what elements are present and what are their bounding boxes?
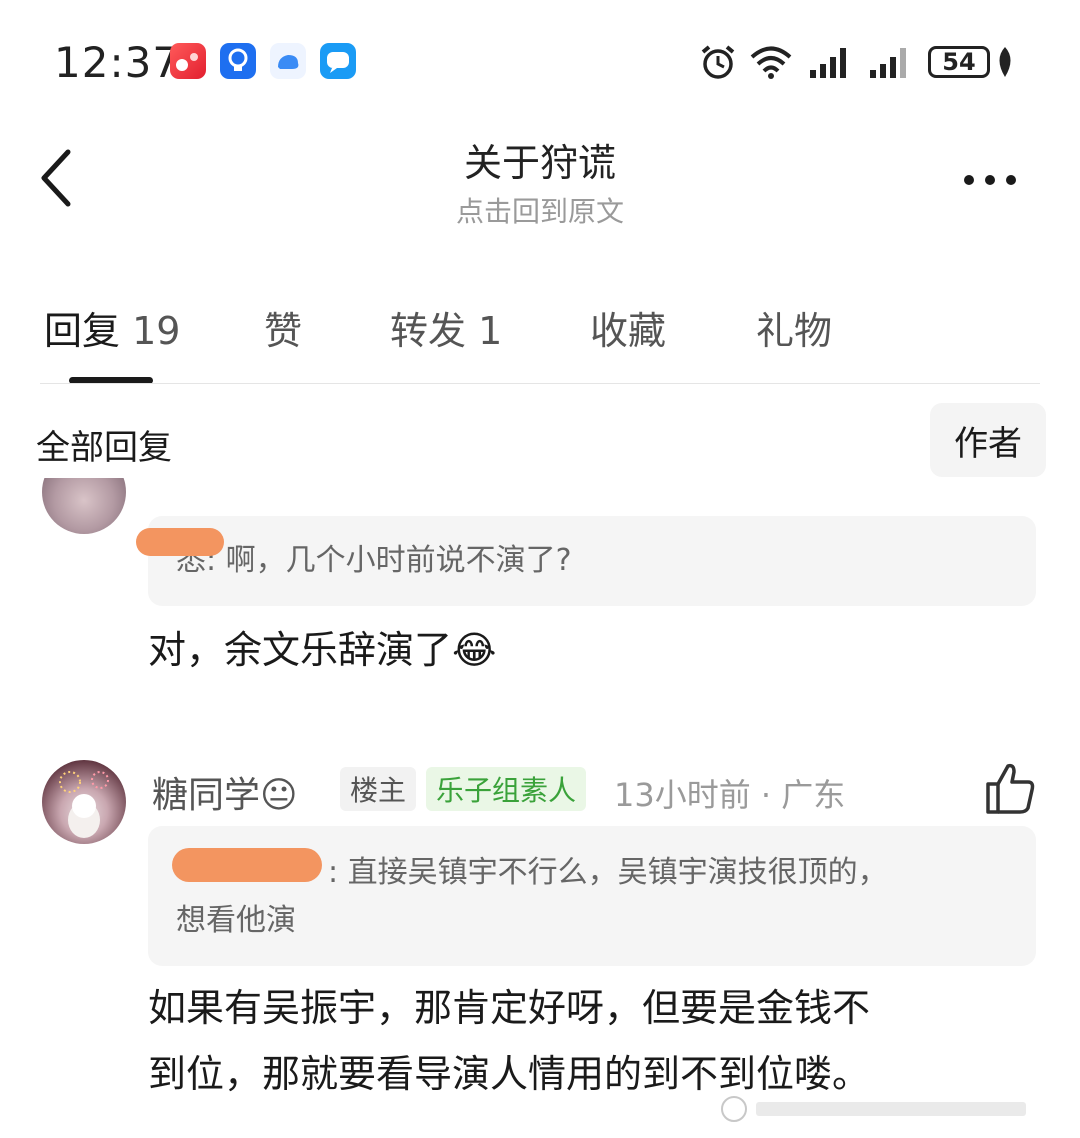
quoted-reply-text: 悉: 啊，几个小时前说不演了? — [176, 543, 572, 578]
quoted-reply[interactable]: : 直接吴镇宇不行么，吴镇宇演技很顶的， 想看他演 — [148, 826, 1036, 966]
redaction-mark — [172, 848, 322, 882]
status-icons: 54 — [698, 42, 1016, 82]
quoted-reply[interactable]: 悉: 啊，几个小时前说不演了? — [148, 516, 1036, 606]
signal-icon-2 — [870, 48, 906, 78]
leaf-icon — [999, 47, 1011, 77]
bulb-app-icon — [220, 43, 256, 79]
tab-count: 1 — [478, 309, 503, 353]
author-filter-button[interactable]: 作者 — [930, 403, 1046, 477]
cloud-app-icon — [270, 43, 306, 79]
status-time: 12:37 — [54, 38, 181, 87]
alarm-icon — [701, 45, 735, 79]
quoted-reply-line-1: : 直接吴镇宇不行么，吴镇宇演技很顶的， — [328, 855, 888, 890]
tab-label: 收藏 — [590, 309, 667, 353]
laughing-emoji: 😂 — [452, 628, 497, 672]
tab-count: 19 — [132, 309, 181, 353]
wifi-icon — [750, 46, 792, 79]
tab-replies[interactable]: 回复 19 — [44, 300, 180, 355]
username[interactable]: 糖同学😐 — [152, 766, 298, 818]
back-button[interactable] — [30, 148, 90, 208]
time-location: 13小时前 · 广东 — [614, 776, 846, 814]
more-button[interactable] — [955, 160, 1025, 200]
tab-label: 转发 — [390, 309, 467, 353]
tab-favorites[interactable]: 收藏 — [590, 300, 666, 355]
message-app-icon — [320, 43, 356, 79]
more-icon — [964, 175, 1016, 185]
redaction-mark — [136, 528, 224, 556]
tab-reposts[interactable]: 转发 1 — [390, 300, 502, 355]
owner-badge: 楼主 — [340, 767, 417, 811]
quoted-reply-line-2: 想看他演 — [176, 903, 296, 938]
tab-likes[interactable]: 赞 — [264, 300, 302, 355]
all-replies-filter[interactable]: 全部回复 — [36, 420, 172, 469]
tab-gifts[interactable]: 礼物 — [756, 300, 832, 355]
like-button[interactable] — [984, 760, 1036, 816]
divider — [40, 383, 1040, 384]
signal-icon — [810, 48, 846, 78]
battery-level: 54 — [942, 48, 976, 76]
back-to-original-link[interactable]: 点击回到原文 — [340, 190, 740, 230]
comment-text-line-1: 如果有吴振宇，那肯定好呀，但要是金钱不 — [148, 986, 871, 1030]
watermark — [720, 1094, 1040, 1124]
tab-label: 赞 — [264, 309, 303, 353]
red-app-icon — [170, 43, 206, 79]
chevron-left-icon — [41, 149, 71, 207]
neutral-face-emoji: 😐 — [260, 775, 298, 816]
battery-icon: 54 — [928, 46, 990, 78]
tab-label: 回复 — [44, 309, 121, 353]
comment-text: 对，余文乐辞演了😂 — [148, 628, 497, 672]
author-filter-label: 作者 — [954, 423, 1022, 464]
avatar[interactable] — [42, 760, 126, 844]
thumbs-up-icon — [986, 763, 1035, 814]
group-badge[interactable]: 乐子组素人 — [426, 767, 587, 811]
tab-label: 礼物 — [756, 309, 833, 353]
page-title: 关于狩谎 — [463, 141, 616, 185]
avatar[interactable] — [42, 478, 126, 534]
